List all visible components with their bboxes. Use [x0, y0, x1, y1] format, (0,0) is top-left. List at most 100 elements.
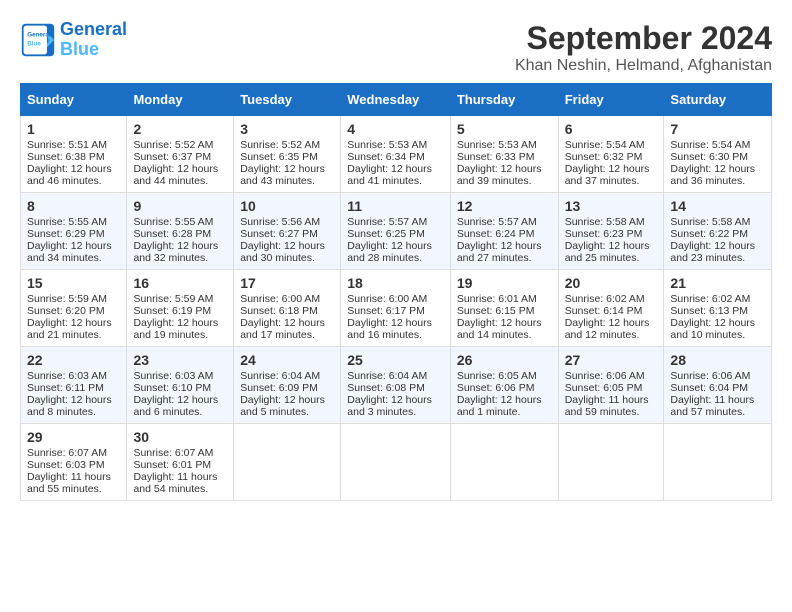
- day-info-line: Daylight: 12 hours: [457, 240, 552, 252]
- day-info-line: Sunrise: 5:56 AM: [240, 216, 334, 228]
- day-number: 3: [240, 121, 334, 137]
- day-info-line: Daylight: 12 hours: [240, 394, 334, 406]
- day-info-line: Sunrise: 5:57 AM: [457, 216, 552, 228]
- day-info-line: and 25 minutes.: [565, 252, 658, 264]
- calendar-week-row: 8Sunrise: 5:55 AMSunset: 6:29 PMDaylight…: [21, 193, 772, 270]
- calendar-cell: 26Sunrise: 6:05 AMSunset: 6:06 PMDayligh…: [450, 347, 558, 424]
- day-number: 24: [240, 352, 334, 368]
- day-info-line: and 32 minutes.: [133, 252, 227, 264]
- day-info-line: and 21 minutes.: [27, 329, 120, 341]
- day-info-line: and 59 minutes.: [565, 406, 658, 418]
- day-number: 12: [457, 198, 552, 214]
- day-number: 15: [27, 275, 120, 291]
- day-info-line: Sunset: 6:27 PM: [240, 228, 334, 240]
- day-info-line: and 10 minutes.: [670, 329, 765, 341]
- calendar-cell: 14 Sunrise: 5:58 AMSunset: 6:22 PMDayligh…: [664, 193, 772, 270]
- day-info-line: Sunset: 6:13 PM: [670, 305, 765, 317]
- day-info-line: and 23 minutes.: [670, 252, 765, 264]
- day-info-line: Sunset: 6:11 PM: [27, 382, 120, 394]
- day-number: 8: [27, 198, 120, 214]
- day-info-line: Daylight: 12 hours: [27, 163, 120, 175]
- day-info-line: Daylight: 12 hours: [670, 317, 765, 329]
- day-number: 18: [347, 275, 444, 291]
- day-info-line: Sunset: 6:30 PM: [670, 151, 765, 163]
- app-logo: General Blue General Blue: [20, 20, 127, 60]
- day-info-line: and 8 minutes.: [27, 406, 120, 418]
- day-info-line: Sunset: 6:01 PM: [133, 459, 227, 471]
- day-number: 29: [27, 429, 120, 445]
- day-info-line: Sunset: 6:22 PM: [670, 228, 765, 240]
- day-info-line: Daylight: 12 hours: [457, 317, 552, 329]
- calendar-cell: 3Sunrise: 5:52 AMSunset: 6:35 PMDaylight…: [234, 116, 341, 193]
- calendar-title-block: September 2024 Khan Neshin, Helmand, Afg…: [515, 20, 772, 75]
- day-info-line: Sunrise: 5:53 AM: [457, 139, 552, 151]
- day-info-line: Sunset: 6:06 PM: [457, 382, 552, 394]
- day-info-line: Daylight: 12 hours: [240, 317, 334, 329]
- calendar-cell: 15Sunrise: 5:59 AMSunset: 6:20 PMDayligh…: [21, 270, 127, 347]
- header-tuesday: Tuesday: [234, 84, 341, 116]
- calendar-cell: 25Sunrise: 6:04 AMSunset: 6:08 PMDayligh…: [341, 347, 451, 424]
- calendar-table: Sunday Monday Tuesday Wednesday Thursday…: [20, 83, 772, 501]
- calendar-cell: [450, 424, 558, 501]
- day-info-line: Daylight: 11 hours: [670, 394, 765, 406]
- calendar-cell: 10 Sunrise: 5:56 AMSunset: 6:27 PMDayligh…: [234, 193, 341, 270]
- calendar-cell: 8Sunrise: 5:55 AMSunset: 6:29 PMDaylight…: [21, 193, 127, 270]
- day-info-line: and 46 minutes.: [27, 175, 120, 187]
- day-info-line: and 37 minutes.: [565, 175, 658, 187]
- day-info-line: and 12 minutes.: [565, 329, 658, 341]
- day-info-line: Daylight: 12 hours: [27, 240, 120, 252]
- day-info-line: and 14 minutes.: [457, 329, 552, 341]
- day-info-line: Sunset: 6:28 PM: [133, 228, 227, 240]
- calendar-cell: 24Sunrise: 6:04 AMSunset: 6:09 PMDayligh…: [234, 347, 341, 424]
- day-info-line: Sunrise: 6:03 AM: [133, 370, 227, 382]
- day-info-line: Sunrise: 5:53 AM: [347, 139, 444, 151]
- day-number: 6: [565, 121, 658, 137]
- day-number: 10: [240, 198, 334, 214]
- day-number: 21: [670, 275, 765, 291]
- calendar-cell: 17Sunrise: 6:00 AMSunset: 6:18 PMDayligh…: [234, 270, 341, 347]
- day-info-line: Sunrise: 5:51 AM: [27, 139, 120, 151]
- day-info-line: Sunset: 6:20 PM: [27, 305, 120, 317]
- day-info-line: Daylight: 12 hours: [133, 163, 227, 175]
- calendar-cell: 30Sunrise: 6:07 AMSunset: 6:01 PMDayligh…: [127, 424, 234, 501]
- day-info-line: Daylight: 12 hours: [670, 240, 765, 252]
- day-number: 20: [565, 275, 658, 291]
- day-info-line: and 36 minutes.: [670, 175, 765, 187]
- day-info-line: Daylight: 12 hours: [240, 240, 334, 252]
- header-sunday: Sunday: [21, 84, 127, 116]
- calendar-cell: 19Sunrise: 6:01 AMSunset: 6:15 PMDayligh…: [450, 270, 558, 347]
- day-info-line: Daylight: 11 hours: [565, 394, 658, 406]
- day-info-line: and 17 minutes.: [240, 329, 334, 341]
- calendar-title: September 2024: [515, 20, 772, 57]
- day-number: 22: [27, 352, 120, 368]
- svg-text:General: General: [27, 31, 51, 38]
- day-info-line: and 43 minutes.: [240, 175, 334, 187]
- day-info-line: Sunset: 6:18 PM: [240, 305, 334, 317]
- day-info-line: Sunset: 6:15 PM: [457, 305, 552, 317]
- calendar-cell: 6Sunrise: 5:54 AMSunset: 6:32 PMDaylight…: [558, 116, 664, 193]
- day-info-line: Daylight: 12 hours: [133, 317, 227, 329]
- day-info-line: Sunset: 6:10 PM: [133, 382, 227, 394]
- calendar-subtitle: Khan Neshin, Helmand, Afghanistan: [515, 57, 772, 75]
- day-info-line: Sunset: 6:05 PM: [565, 382, 658, 394]
- day-number: 27: [565, 352, 658, 368]
- day-number: 9: [133, 198, 227, 214]
- day-info-line: Sunrise: 6:05 AM: [457, 370, 552, 382]
- calendar-cell: 20Sunrise: 6:02 AMSunset: 6:14 PMDayligh…: [558, 270, 664, 347]
- calendar-cell: [341, 424, 451, 501]
- day-number: 14: [670, 198, 765, 214]
- day-info-line: Sunrise: 5:58 AM: [565, 216, 658, 228]
- day-info-line: and 30 minutes.: [240, 252, 334, 264]
- day-number: 30: [133, 429, 227, 445]
- day-info-line: Sunset: 6:09 PM: [240, 382, 334, 394]
- day-info-line: Daylight: 12 hours: [347, 394, 444, 406]
- day-info-line: and 54 minutes.: [133, 483, 227, 495]
- day-info-line: Sunrise: 5:58 AM: [670, 216, 765, 228]
- day-info-line: Daylight: 12 hours: [565, 163, 658, 175]
- day-info-line: and 28 minutes.: [347, 252, 444, 264]
- calendar-week-row: 1Sunrise: 5:51 AMSunset: 6:38 PMDaylight…: [21, 116, 772, 193]
- header-monday: Monday: [127, 84, 234, 116]
- header-saturday: Saturday: [664, 84, 772, 116]
- calendar-header-row: Sunday Monday Tuesday Wednesday Thursday…: [21, 84, 772, 116]
- day-info-line: Daylight: 12 hours: [240, 163, 334, 175]
